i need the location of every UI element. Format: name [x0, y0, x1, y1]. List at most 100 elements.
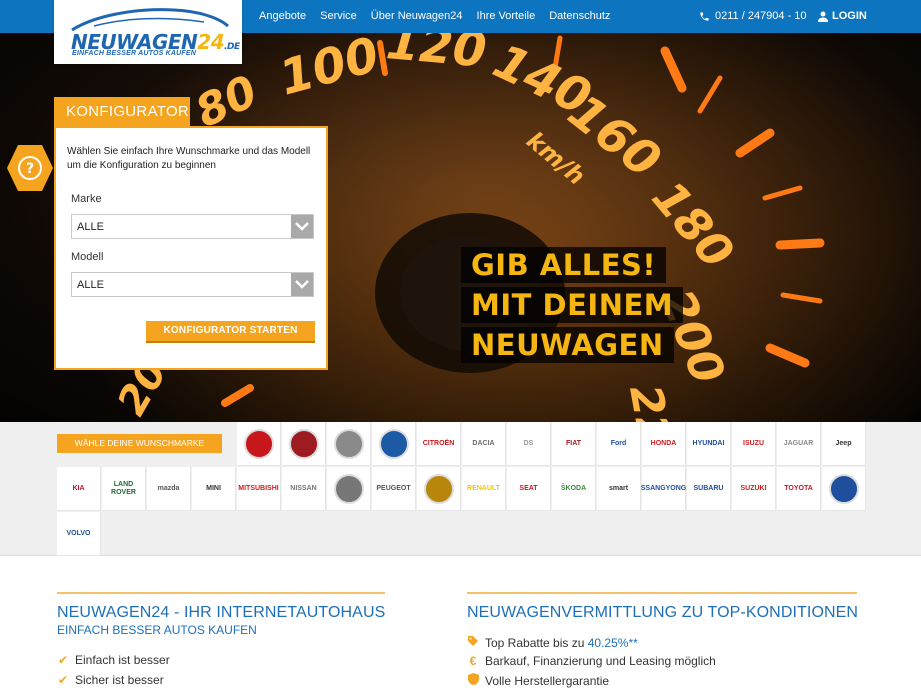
brand-logo-bmw[interactable]: [372, 422, 416, 466]
konfigurator-intro: Wählen Sie einfach Ihre Wunschmarke und …: [67, 146, 311, 171]
chevron-down-icon: [291, 273, 313, 296]
brand-logo-peugeot[interactable]: PEUGEOT: [372, 467, 416, 511]
list-item: ✔ Sicher ist besser: [57, 673, 164, 687]
audi-logo-icon: [333, 428, 364, 459]
hyundai-logo-icon: HYUNDAI: [692, 439, 725, 447]
list-item: € Barkauf, Finanzierung und Leasing mögl…: [467, 654, 716, 668]
jeep-logo-icon: Jeep: [835, 439, 852, 447]
konfigurator-tab: KONFIGURATOR: [54, 97, 190, 127]
slogan-line-1: GIB ALLES!: [461, 247, 667, 283]
renault-logo-icon: RENAULT: [467, 484, 500, 492]
bmw-logo-icon: [378, 428, 409, 459]
help-hexagon-button[interactable]: ?: [6, 143, 54, 198]
alfa-romeo-logo-icon: [288, 428, 319, 459]
konfigurator-start-button[interactable]: KONFIGURATOR STARTEN: [146, 321, 315, 343]
mini-logo-icon: MINI: [206, 484, 221, 492]
brand-logo-renault[interactable]: RENAULT: [462, 467, 506, 511]
slogan-line-3: NEUWAGEN: [461, 327, 674, 363]
brand-logo-ford[interactable]: Ford: [597, 422, 641, 466]
peugeot-logo-icon: PEUGEOT: [376, 484, 411, 492]
abarth-logo-icon: [243, 428, 274, 459]
fiat-logo-icon: FIAT: [565, 439, 582, 447]
brand-logo-hyundai[interactable]: HYUNDAI: [687, 422, 731, 466]
login-label: LOGIN: [832, 10, 867, 22]
modell-label: Modell: [71, 251, 104, 263]
list-item: Top Rabatte bis zu 40.25%**: [467, 635, 638, 650]
brand-logo-toyota[interactable]: TOYOTA: [777, 467, 821, 511]
left-section-title: NEUWAGEN24 - IHR INTERNETAUTOHAUS: [57, 604, 386, 621]
shield-icon: [467, 673, 479, 688]
brand-logo-mazda[interactable]: mazda: [147, 467, 191, 511]
marke-label: Marke: [71, 193, 102, 205]
skoda-logo-icon: ŠKODA: [560, 484, 587, 492]
opel-logo-icon: [333, 473, 364, 504]
subaru-logo-icon: SUBARU: [693, 484, 724, 492]
brand-logo-subaru[interactable]: SUBARU: [687, 467, 731, 511]
chevron-down-icon: [291, 215, 313, 238]
section-divider: [467, 592, 857, 594]
ssangyong-logo-icon: SSANGYONG: [640, 484, 687, 492]
phone-number: 0211 / 247904 - 10: [715, 10, 807, 22]
nav-ihre-vorteile[interactable]: Ihre Vorteile: [477, 10, 536, 22]
phone-link[interactable]: 0211 / 247904 - 10: [699, 10, 807, 22]
brand-logo-land-rover[interactable]: LAND ROVER: [102, 467, 146, 511]
brand-logo-volvo[interactable]: VOLVO: [57, 512, 101, 556]
volvo-logo-icon: VOLVO: [66, 529, 91, 537]
svg-text:?: ?: [26, 161, 34, 177]
brand-logo-honda[interactable]: HONDA: [642, 422, 686, 466]
brand-logo-vw[interactable]: [822, 467, 866, 511]
honda-logo-icon: HONDA: [650, 439, 677, 447]
user-icon: [818, 11, 828, 22]
land-rover-logo-icon: LAND ROVER: [111, 480, 136, 496]
brand-logo-jaguar[interactable]: JAGUAR: [777, 422, 821, 466]
brand-logo-audi[interactable]: [327, 422, 371, 466]
toyota-logo-icon: TOYOTA: [784, 484, 813, 492]
brand-logo-citroen[interactable]: CITROËN: [417, 422, 461, 466]
porsche-logo-icon: [423, 473, 454, 504]
brand-logo-opel[interactable]: [327, 467, 371, 511]
brand-logo-alfa-romeo[interactable]: [282, 422, 326, 466]
brand-logo-jeep[interactable]: Jeep: [822, 422, 866, 466]
brand-logo-seat[interactable]: SEAT: [507, 467, 551, 511]
tag-icon: [467, 635, 479, 650]
brand-logo-suzuki[interactable]: SUZUKI: [732, 467, 776, 511]
list-item: Volle Herstellergarantie: [467, 673, 609, 688]
isuzu-logo-icon: ISUZU: [743, 439, 764, 447]
list-item: ✔ Einfach ist besser: [57, 653, 170, 667]
brand-logo-ds[interactable]: DS: [507, 422, 551, 466]
nissan-logo-icon: NISSAN: [290, 484, 317, 492]
brand-logo-fiat[interactable]: FIAT: [552, 422, 596, 466]
main-nav: Angebote Service Über Neuwagen24 Ihre Vo…: [259, 10, 610, 22]
brand-logo-porsche[interactable]: [417, 467, 461, 511]
modell-select[interactable]: ALLE: [71, 272, 314, 297]
euro-icon: €: [469, 654, 477, 668]
brand-logo-mini[interactable]: MINI: [192, 467, 236, 511]
left-section-subtitle: EINFACH BESSER AUTOS KAUFEN: [57, 623, 257, 637]
section-divider: [57, 592, 385, 594]
brand-logo-mitsubishi[interactable]: MITSUBISHI: [237, 467, 281, 511]
citroen-logo-icon: CITROËN: [422, 439, 455, 447]
modell-selected-value: ALLE: [77, 279, 104, 291]
nav-ueber-neuwagen24[interactable]: Über Neuwagen24: [371, 10, 463, 22]
nav-service[interactable]: Service: [320, 10, 357, 22]
slogan-line-2: MIT DEINEM: [461, 287, 684, 323]
brand-logo-smart[interactable]: smart: [597, 467, 641, 511]
brand-logo-dacia[interactable]: DACIA: [462, 422, 506, 466]
site-logo[interactable]: NEUWAGEN24.DE EINFACH BESSER AUTOS KAUFE…: [54, 0, 242, 64]
brand-strip-label: WÄHLE DEINE WUNSCHMARKE: [57, 434, 222, 453]
nav-angebote[interactable]: Angebote: [259, 10, 306, 22]
marke-select[interactable]: ALLE: [71, 214, 314, 239]
brand-logo-skoda[interactable]: ŠKODA: [552, 467, 596, 511]
nav-datenschutz[interactable]: Datenschutz: [549, 10, 610, 22]
right-section-title: NEUWAGENVERMITTLUNG ZU TOP-KONDITIONEN: [467, 604, 859, 621]
brand-logo-abarth[interactable]: [237, 422, 281, 466]
suzuki-logo-icon: SUZUKI: [740, 484, 767, 492]
login-link[interactable]: LOGIN: [818, 10, 867, 22]
check-icon: ✔: [57, 673, 69, 687]
hero-slogan: GIB ALLES! MIT DEINEM NEUWAGEN: [461, 247, 684, 367]
brand-logo-kia[interactable]: KIA: [57, 467, 101, 511]
brand-logo-isuzu[interactable]: ISUZU: [732, 422, 776, 466]
brand-logo-ssangyong[interactable]: SSANGYONG: [640, 467, 687, 511]
check-icon: ✔: [57, 653, 69, 667]
brand-logo-nissan[interactable]: NISSAN: [282, 467, 326, 511]
